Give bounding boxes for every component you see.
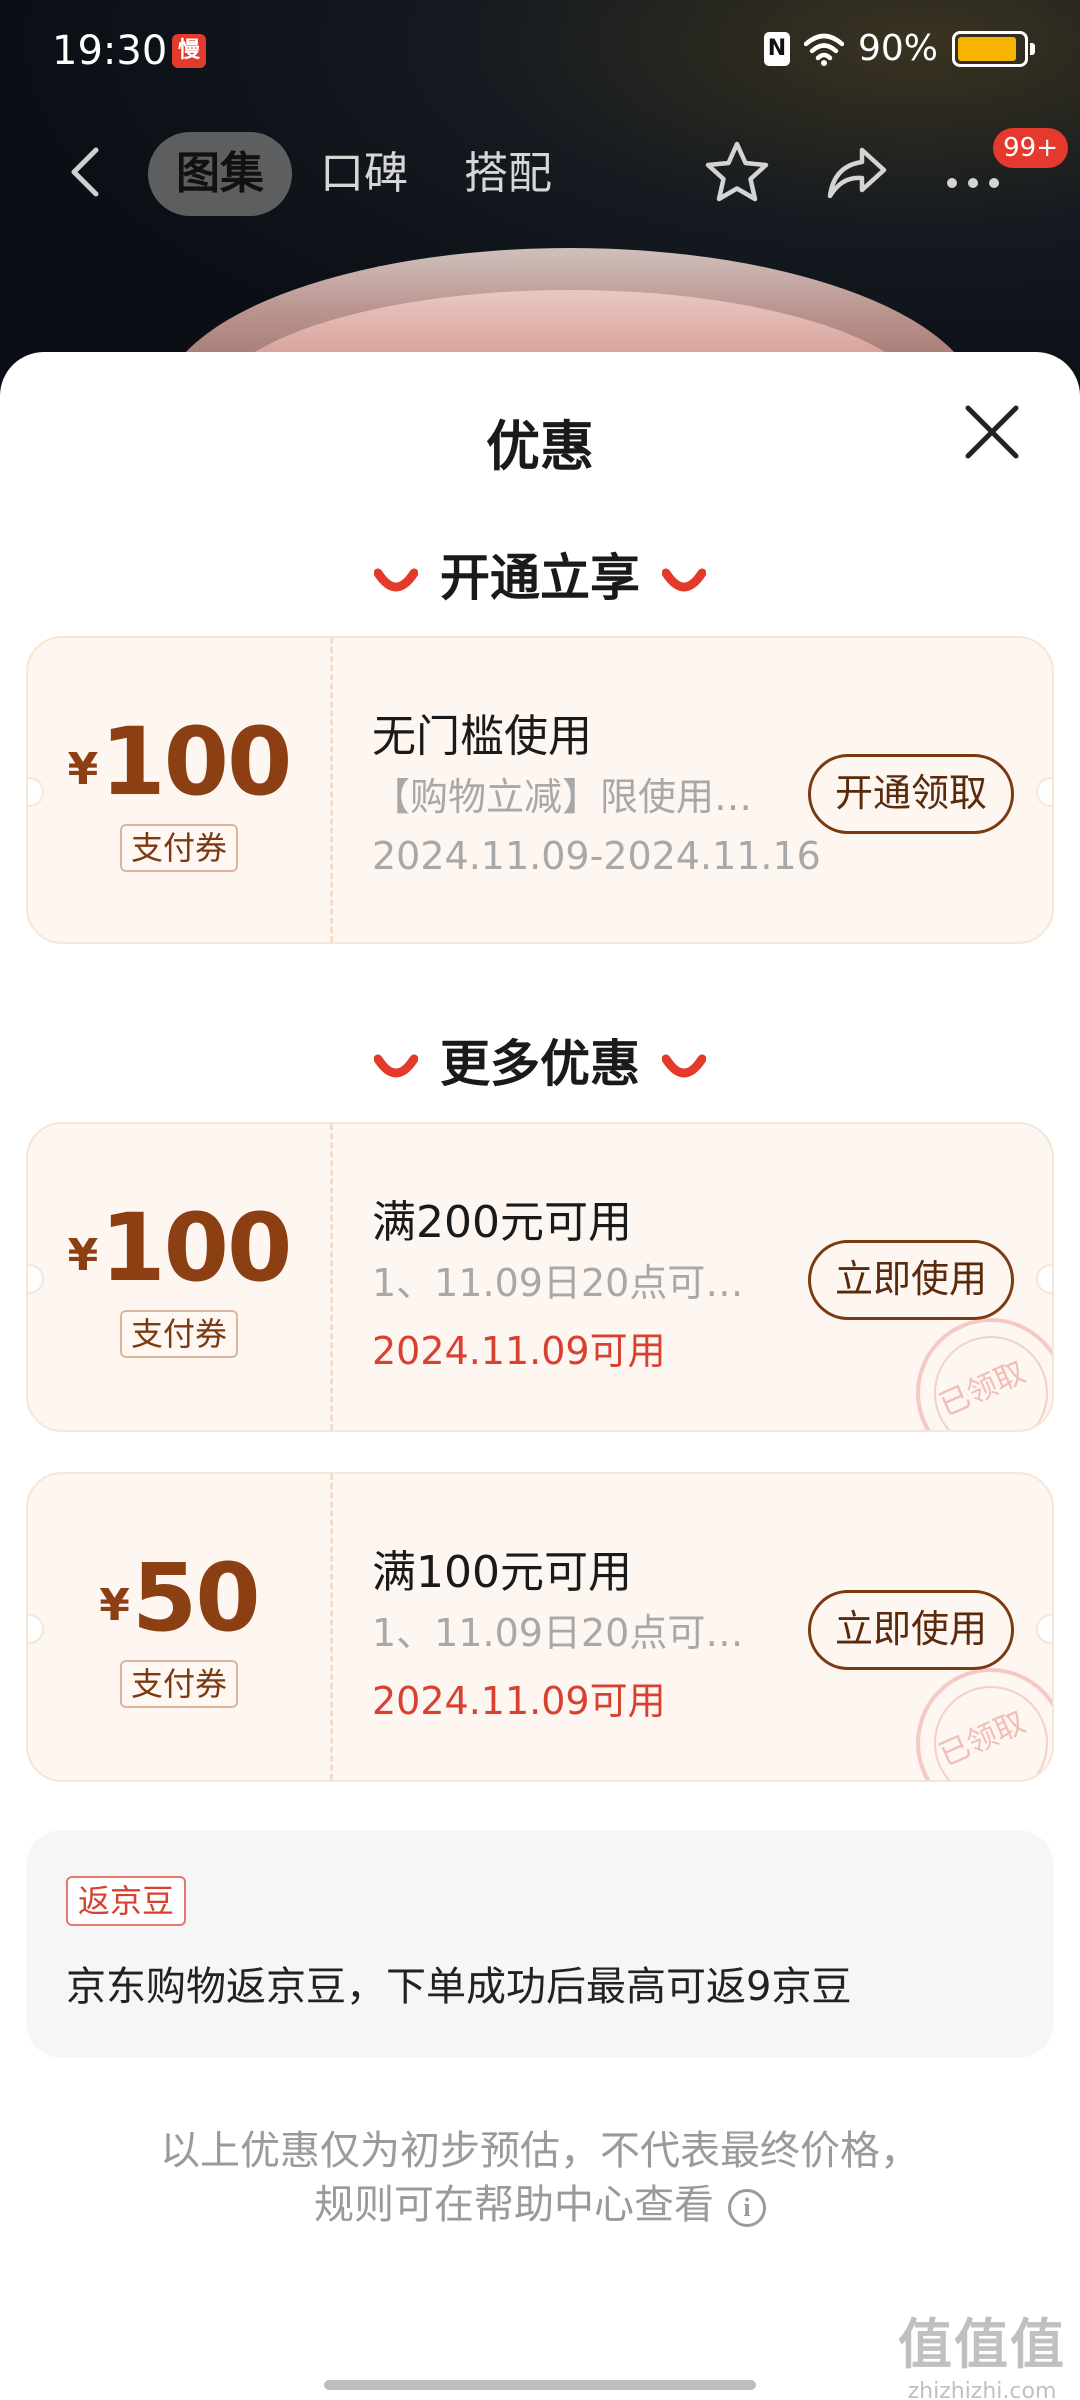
nfc-icon: N — [763, 31, 790, 66]
coupon-amount: ¥50 — [28, 1544, 330, 1653]
use-now-button[interactable]: 立即使用 — [808, 1590, 1014, 1670]
amount-value: 50 — [131, 1544, 261, 1653]
section-header-more: 更多优惠 — [0, 1024, 1080, 1096]
tab-bar: 图集 口碑 搭配 — [148, 132, 580, 216]
coupon-title: 满100元可用 — [372, 1547, 632, 1598]
info-icon[interactable]: i — [728, 2189, 766, 2227]
coupon-title: 无门槛使用 — [372, 711, 592, 762]
coupon-description: 1、11.09日20点可… — [372, 1261, 744, 1305]
coupon-type-tag: 支付券 — [120, 1660, 238, 1708]
section-title-more: 更多优惠 — [440, 1035, 640, 1093]
tab-gallery[interactable]: 图集 — [148, 132, 292, 216]
star-favorite-icon[interactable] — [702, 138, 772, 208]
coupon-divider — [330, 638, 333, 942]
smile-decoration-icon — [374, 568, 418, 591]
coupon-validity: 2024.11.09-2024.11.16 — [372, 834, 821, 878]
coupon-type-tag: 支付券 — [120, 1310, 238, 1358]
coupon-card[interactable]: ¥100 支付券 满200元可用 1、11.09日20点可… 2024.11.0… — [26, 1122, 1054, 1432]
smile-decoration-icon — [662, 568, 706, 591]
coupon-description: 【购物立减】限使用… — [372, 775, 753, 819]
tab-matching[interactable]: 搭配 — [436, 132, 580, 216]
coupon-card[interactable]: ¥100 支付券 无门槛使用 【购物立减】限使用… 2024.11.09-202… — [26, 636, 1054, 944]
activate-claim-button[interactable]: 开通领取 — [808, 754, 1014, 834]
coupon-description: 1、11.09日20点可… — [372, 1611, 744, 1655]
battery-icon — [952, 30, 1035, 67]
sheet-title: 优惠 — [486, 415, 594, 478]
amount-value: 100 — [100, 1194, 292, 1303]
close-icon[interactable] — [960, 400, 1024, 464]
coupon-divider — [330, 1474, 333, 1780]
watermark-url: zhizhizhi.com — [907, 2379, 1057, 2400]
currency-symbol: ¥ — [67, 1230, 99, 1281]
home-indicator[interactable] — [324, 2380, 756, 2390]
bean-tag: 返京豆 — [66, 1876, 187, 1926]
coupon-title: 满200元可用 — [372, 1197, 632, 1248]
notification-app-icon: 慢 — [172, 34, 206, 68]
currency-symbol: ¥ — [67, 744, 99, 795]
claimed-stamp: 已领取 — [916, 1318, 1052, 1430]
coupon-card[interactable]: ¥50 支付券 满100元可用 1、11.09日20点可… 2024.11.09… — [26, 1472, 1054, 1782]
top-navigation: 图集 口碑 搭配 99+ — [0, 128, 1080, 220]
wifi-icon — [803, 33, 844, 66]
share-icon[interactable] — [822, 138, 892, 208]
jd-bean-rebate-box: 返京豆 京东购物返京豆，下单成功后最高可返9京豆 — [26, 1830, 1054, 2058]
disclaimer-line-2: 规则可在帮助中心查看 i — [0, 2178, 1080, 2232]
smile-decoration-icon — [662, 1054, 706, 1077]
use-now-button[interactable]: 立即使用 — [808, 1240, 1014, 1320]
coupon-validity: 2024.11.09可用 — [372, 1679, 666, 1723]
disclaimer-line-1: 以上优惠仅为初步预估，不代表最终价格， — [160, 2128, 920, 2174]
tab-reviews[interactable]: 口碑 — [292, 132, 436, 216]
section-header-open: 开通立享 — [0, 538, 1080, 610]
claimed-stamp: 已领取 — [916, 1668, 1052, 1780]
status-bar: 19:30 慢 N 90% — [0, 0, 1080, 100]
coupon-amount: ¥100 — [28, 708, 330, 817]
battery-percent: 90% — [857, 28, 938, 69]
coupon-validity: 2024.11.09可用 — [372, 1329, 666, 1373]
watermark: 值值值 zhizhizhi.com — [898, 2300, 1066, 2400]
discount-sheet: 优惠 开通立享 ¥100 支付券 无门槛使用 【购物立减】限使用… 2024.1… — [0, 352, 1080, 2400]
status-time: 19:30 — [52, 28, 168, 74]
watermark-logo: 值值值 — [898, 2313, 1066, 2376]
bean-description: 京东购物返京豆，下单成功后最高可返9京豆 — [66, 1964, 852, 2010]
coupon-amount: ¥100 — [28, 1194, 330, 1303]
battery-level — [958, 36, 1016, 61]
status-right-group: N 90% — [763, 28, 1035, 69]
coupon-type-tag: 支付券 — [120, 824, 238, 872]
smile-decoration-icon — [374, 1054, 418, 1077]
amount-value: 100 — [100, 708, 292, 817]
back-icon[interactable] — [58, 142, 118, 202]
coupon-divider — [330, 1124, 333, 1430]
disclaimer: 以上优惠仅为初步预估，不代表最终价格， 规则可在帮助中心查看 i — [0, 2124, 1080, 2232]
notification-badge: 99+ — [993, 128, 1068, 168]
section-title-open: 开通立享 — [440, 549, 640, 607]
currency-symbol: ¥ — [99, 1580, 130, 1631]
disclaimer-line-2-text: 规则可在帮助中心查看 — [314, 2182, 714, 2228]
